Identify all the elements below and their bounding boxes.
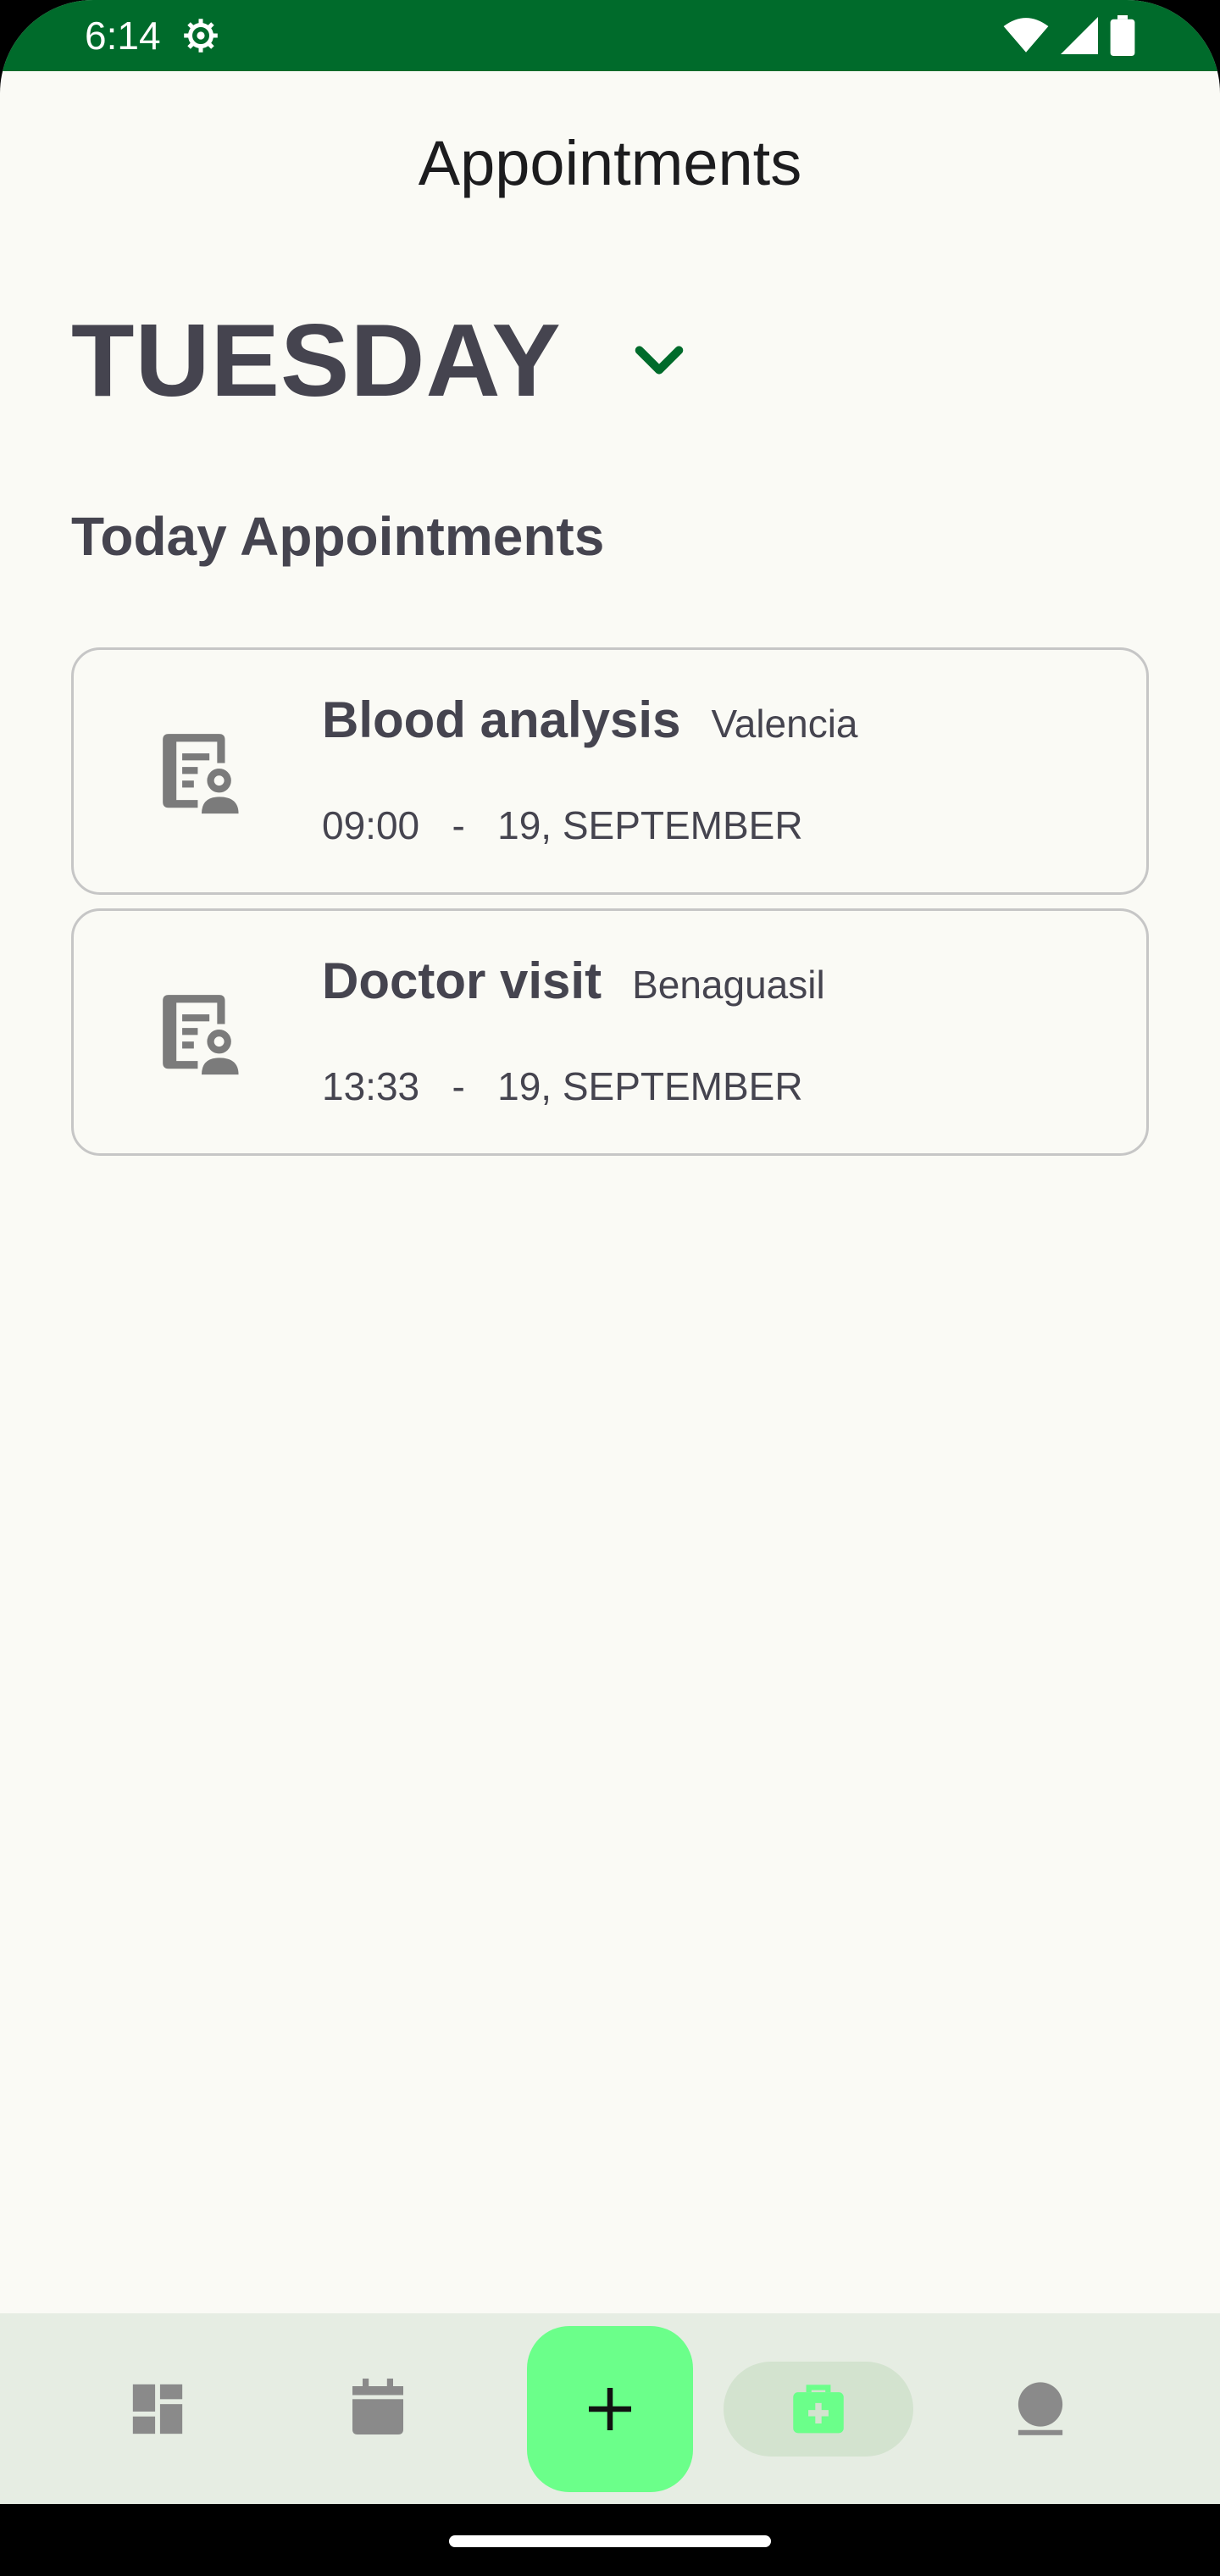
nav-calendar[interactable] — [346, 2373, 410, 2440]
chevron-down-icon[interactable] — [629, 330, 689, 390]
wifi-icon — [1003, 18, 1049, 53]
day-selector[interactable]: TUESDAY — [71, 301, 689, 419]
battery-icon — [1110, 15, 1135, 56]
nav-profile[interactable] — [1008, 2377, 1073, 2441]
appointment-location: Valencia — [711, 702, 858, 746]
appointment-datetime: 09:00 - 19, SEPTEMBER — [322, 803, 803, 847]
calendar-icon — [352, 2379, 403, 2434]
appointment-card[interactable]: Doctor visit Benaguasil 13:33 - 19, SEPT… — [71, 908, 1149, 1156]
dashboard-icon — [132, 2384, 183, 2434]
nav-dashboard[interactable] — [125, 2377, 190, 2441]
app-screen: 6:14 Appointments TUESDAY Today Appointm… — [0, 0, 1220, 2576]
appointment-title: Doctor visit — [322, 952, 602, 1009]
home-gesture-handle[interactable] — [449, 2535, 771, 2547]
appointment-card[interactable]: Blood analysis Valencia 09:00 - 19, SEPT… — [71, 647, 1149, 895]
appointment-location: Benaguasil — [632, 963, 825, 1007]
settings-gear-icon — [183, 19, 218, 53]
nav-medical[interactable] — [724, 2362, 913, 2457]
status-time: 6:14 — [85, 14, 161, 58]
add-appointment-button[interactable] — [527, 2326, 693, 2492]
appointment-datetime: 13:33 - 19, SEPTEMBER — [322, 1064, 803, 1108]
day-label: TUESDAY — [71, 303, 562, 418]
profile-icon — [1018, 2382, 1063, 2435]
signal-icon — [1061, 17, 1098, 54]
status-bar: 6:14 — [0, 0, 1220, 71]
page-title: Appointments — [418, 128, 802, 198]
appointment-title: Blood analysis — [322, 691, 681, 748]
medical-kit-icon — [793, 2384, 844, 2434]
section-title: Today Appointments — [71, 506, 605, 567]
appointment-title-row: Doctor visit Benaguasil — [322, 952, 825, 1010]
add-icon — [589, 2388, 631, 2430]
appointment-title-row: Blood analysis Valencia — [322, 691, 858, 749]
document-image-icon — [163, 734, 239, 814]
document-image-icon — [163, 995, 239, 1075]
